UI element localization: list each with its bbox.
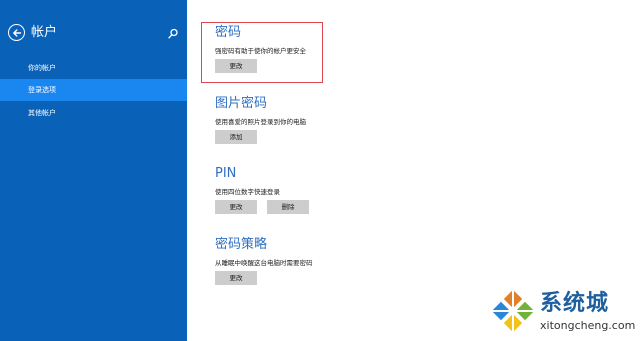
sidebar-item-label: 其他帐户 bbox=[28, 109, 56, 117]
sidebar-item-label: 登录选项 bbox=[28, 86, 56, 94]
picture-password-title: 图片密码 bbox=[215, 96, 268, 111]
pin-section: PIN 使用四位数字快速登录 更改 删除 bbox=[215, 166, 309, 214]
sidebar-header: 帐户 bbox=[8, 24, 180, 42]
watermark: 系统城 xitongcheng.com bbox=[486, 284, 636, 338]
sidebar-item-label: 你的帐户 bbox=[28, 64, 56, 72]
back-arrow-icon bbox=[12, 28, 21, 37]
picture-password-section: 图片密码 使用喜爱的照片登录到你的电脑 添加 bbox=[215, 96, 306, 144]
watermark-url: xitongcheng.com bbox=[540, 319, 636, 332]
search-icon bbox=[168, 28, 178, 39]
watermark-logo-icon bbox=[488, 286, 538, 336]
back-button[interactable] bbox=[8, 24, 25, 41]
change-password-button[interactable]: 更改 bbox=[215, 59, 257, 73]
sidebar-title: 帐户 bbox=[31, 25, 58, 40]
watermark-name: 系统城 bbox=[540, 291, 610, 316]
pin-title: PIN bbox=[215, 166, 237, 181]
add-picture-password-button[interactable]: 添加 bbox=[215, 130, 257, 144]
sidebar-item-sign-in-options[interactable]: 登录选项 bbox=[0, 79, 187, 101]
picture-password-description: 使用喜爱的照片登录到你的电脑 bbox=[215, 118, 306, 126]
sidebar: 帐户 你的帐户 登录选项 其他帐户 bbox=[0, 0, 187, 341]
change-pin-button[interactable]: 更改 bbox=[215, 200, 257, 214]
search-button[interactable] bbox=[166, 26, 180, 40]
change-password-policy-button[interactable]: 更改 bbox=[215, 271, 257, 285]
pin-description: 使用四位数字快速登录 bbox=[215, 188, 280, 196]
password-policy-title: 密码策略 bbox=[215, 237, 268, 252]
password-description: 强密码有助于使你的帐户更安全 bbox=[215, 47, 306, 55]
sidebar-item-your-account[interactable]: 你的帐户 bbox=[0, 57, 187, 79]
password-section: 密码 强密码有助于使你的帐户更安全 更改 bbox=[215, 25, 306, 73]
remove-pin-button[interactable]: 删除 bbox=[267, 200, 309, 214]
password-title: 密码 bbox=[215, 25, 242, 40]
password-policy-section: 密码策略 从睡眠中唤醒这台电脑时需要密码 更改 bbox=[215, 237, 313, 285]
password-policy-description: 从睡眠中唤醒这台电脑时需要密码 bbox=[215, 259, 313, 267]
sidebar-item-other-accounts[interactable]: 其他帐户 bbox=[0, 102, 187, 124]
